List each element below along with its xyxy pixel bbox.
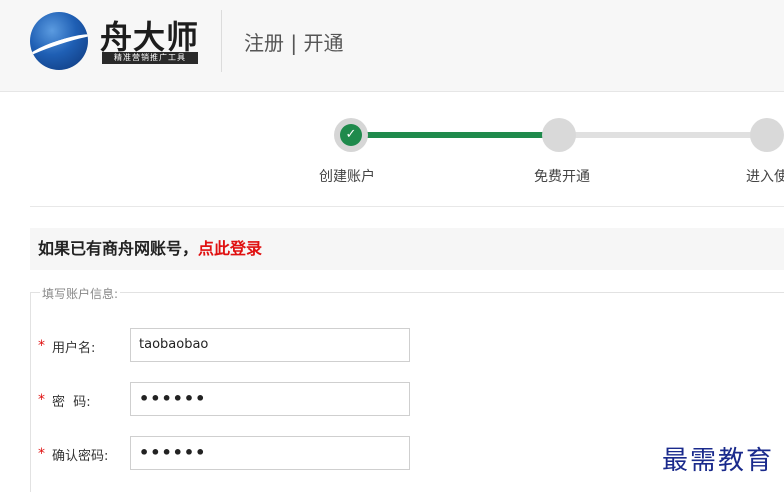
progress-steps: ✓ 创建账户 免费开通 进入使 xyxy=(0,100,784,200)
login-prompt-bar: 如果已有商舟网账号，点此登录 xyxy=(30,228,784,270)
confirm-password-input[interactable]: •••••• xyxy=(130,436,410,470)
password-input[interactable]: •••••• xyxy=(130,382,410,416)
step-progress-done xyxy=(352,132,558,138)
globe-logo-icon[interactable] xyxy=(30,12,88,70)
login-link[interactable]: 点此登录 xyxy=(198,239,262,258)
divider xyxy=(30,206,784,207)
step-2-dot xyxy=(542,118,576,152)
password-label: 密 码: xyxy=(52,395,91,410)
header: 舟大师 精准营销推广工具 注册 | 开通 xyxy=(0,0,784,92)
step-1-dot: ✓ xyxy=(334,118,368,152)
page-title: 注册 | 开通 xyxy=(244,31,344,55)
step-3-label: 进入使 xyxy=(746,169,784,185)
required-mark: * xyxy=(38,392,45,408)
brand-tagline: 精准营销推广工具 xyxy=(102,52,198,64)
watermark: 最需教育 xyxy=(662,446,775,476)
step-3-dot xyxy=(750,118,784,152)
required-mark: * xyxy=(38,338,45,354)
step-2-label: 免费开通 xyxy=(534,169,590,185)
checkmark-icon: ✓ xyxy=(340,124,362,146)
fieldset-legend: 填写账户信息: xyxy=(40,285,121,302)
step-1-label: 创建账户 xyxy=(319,169,375,185)
username-label: 用户名: xyxy=(52,341,96,356)
username-input[interactable]: taobaobao xyxy=(130,328,410,362)
required-mark: * xyxy=(38,446,45,462)
confirm-password-label: 确认密码: xyxy=(52,449,109,464)
step-progress-todo xyxy=(558,132,768,138)
login-prompt-text: 如果已有商舟网账号， xyxy=(38,239,199,258)
header-divider xyxy=(221,10,222,72)
